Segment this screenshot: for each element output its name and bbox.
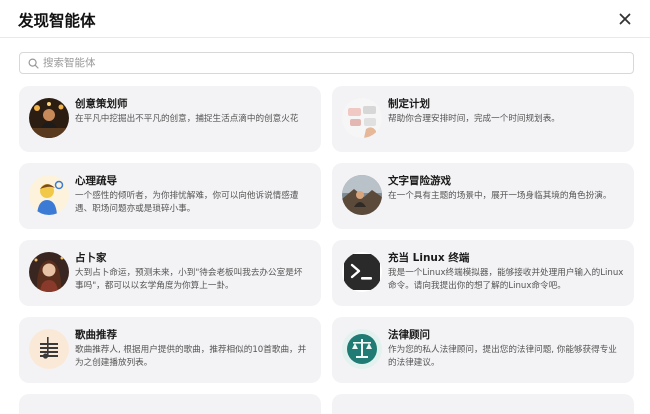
song-recommend-avatar	[29, 329, 69, 369]
agent-card-creative-planner[interactable]: 创意策划师 在平凡中挖掘出不平凡的创意，捕捉生活点滴中的创意火花	[19, 86, 321, 152]
agent-description: 帮助你合理安排时间，完成一个时间规划表。	[388, 113, 628, 126]
terminal-icon	[342, 252, 382, 292]
search-input[interactable]	[43, 57, 603, 69]
agent-description-line: 事吗"，都可以以玄学角度为你算上一卦。	[75, 281, 234, 291]
agent-description-line: 歌曲推荐人, 根据用户提供的歌曲，推荐相似的10首歌曲，并	[75, 345, 307, 355]
agent-description: 在平凡中挖掘出不平凡的创意，捕捉生活点滴中的创意火花	[75, 113, 315, 126]
agent-name: 文字冒险游戏	[388, 175, 451, 187]
agent-description-line: 大到占卜命运，预测未来，小到"待会老板叫我去办公室是坏	[75, 268, 303, 278]
agent-description: 一个感性的倾听者，为你排忧解难，你可以向他诉说情感遭 遇、职场问题亦或是琐碎小事…	[75, 190, 315, 216]
agent-card-song-recommend[interactable]: 歌曲推荐 歌曲推荐人, 根据用户提供的歌曲，推荐相似的10首歌曲，并 为之创建播…	[19, 317, 321, 383]
agent-card-make-plan[interactable]: 制定计划 帮助你合理安排时间，完成一个时间规划表。	[332, 86, 634, 152]
agent-name: 创意策划师	[75, 98, 128, 110]
agent-description-line: 作为您的私人法律顾问，提出您的法律问题, 你能够获得专业	[388, 345, 617, 355]
agent-discovery-dialog: 发现智能体 创意策划师 在平凡中挖掘出	[0, 0, 650, 414]
dialog-header: 发现智能体	[0, 0, 650, 38]
agent-description-line: 在平凡中挖掘出不平凡的创意，捕捉生活点滴中的创意火花	[75, 114, 299, 124]
agent-description-line: 在一个具有主题的场景中，展开一场身临其境的角色扮演。	[388, 191, 612, 201]
agent-card-text-adventure[interactable]: 文字冒险游戏 在一个具有主题的场景中，展开一场身临其境的角色扮演。	[332, 163, 634, 229]
agent-card-psych-counsel[interactable]: 心理疏导 一个感性的倾听者，为你排忧解难，你可以向他诉说情感遭 遇、职场问题亦或…	[19, 163, 321, 229]
agent-name: 心理疏导	[75, 175, 117, 187]
agent-name: 占卜家	[75, 252, 107, 264]
agent-description: 歌曲推荐人, 根据用户提供的歌曲，推荐相似的10首歌曲，并 为之创建播放列表。	[75, 344, 315, 370]
agent-description: 大到占卜命运，预测未来，小到"待会老板叫我去办公室是坏 事吗"，都可以以玄学角度…	[75, 267, 315, 293]
search-icon	[28, 57, 39, 69]
fortune-teller-avatar	[29, 252, 69, 292]
agent-description: 在一个具有主题的场景中，展开一场身临其境的角色扮演。	[388, 190, 628, 203]
agent-description-line: 我是一个Linux终端模拟器，能够接收并处理用户输入的Linux	[388, 268, 624, 278]
agent-name: 歌曲推荐	[75, 329, 117, 341]
agent-name: 充当 Linux 终端	[388, 252, 470, 264]
agent-description: 我是一个Linux终端模拟器，能够接收并处理用户输入的Linux 命令。请向我提…	[388, 267, 628, 293]
agent-description-line: 遇、职场问题亦或是琐碎小事。	[75, 204, 196, 214]
agent-card-partial[interactable]	[19, 394, 321, 414]
agent-name: 法律顾问	[388, 329, 430, 341]
close-button[interactable]	[614, 8, 636, 30]
agent-name: 制定计划	[388, 98, 430, 110]
psych-counsel-avatar	[29, 175, 69, 215]
make-plan-avatar	[342, 98, 382, 138]
agent-card-partial[interactable]	[332, 394, 634, 414]
agent-description-line: 命令。请向我提出你的想了解的Linux命令吧。	[388, 281, 566, 291]
agent-description-line: 为之创建播放列表。	[75, 358, 153, 368]
agent-description-line: 帮助你合理安排时间，完成一个时间规划表。	[388, 114, 560, 124]
legal-advisor-avatar	[342, 329, 382, 369]
dialog-title: 发现智能体	[18, 12, 96, 30]
search-box[interactable]	[19, 52, 634, 74]
close-icon	[619, 13, 631, 25]
agent-description-line: 的法律建议。	[388, 358, 440, 368]
agent-card-linux-terminal[interactable]: 充当 Linux 终端 我是一个Linux终端模拟器，能够接收并处理用户输入的L…	[332, 240, 634, 306]
agent-card-legal-advisor[interactable]: 法律顾问 作为您的私人法律顾问，提出您的法律问题, 你能够获得专业 的法律建议。	[332, 317, 634, 383]
creative-planner-avatar	[29, 98, 69, 138]
text-adventure-avatar	[342, 175, 382, 215]
agent-card-fortune-teller[interactable]: 占卜家 大到占卜命运，预测未来，小到"待会老板叫我去办公室是坏 事吗"，都可以以…	[19, 240, 321, 306]
agent-description-line: 一个感性的倾听者，为你排忧解难，你可以向他诉说情感遭	[75, 191, 299, 201]
agent-description: 作为您的私人法律顾问，提出您的法律问题, 你能够获得专业 的法律建议。	[388, 344, 628, 370]
